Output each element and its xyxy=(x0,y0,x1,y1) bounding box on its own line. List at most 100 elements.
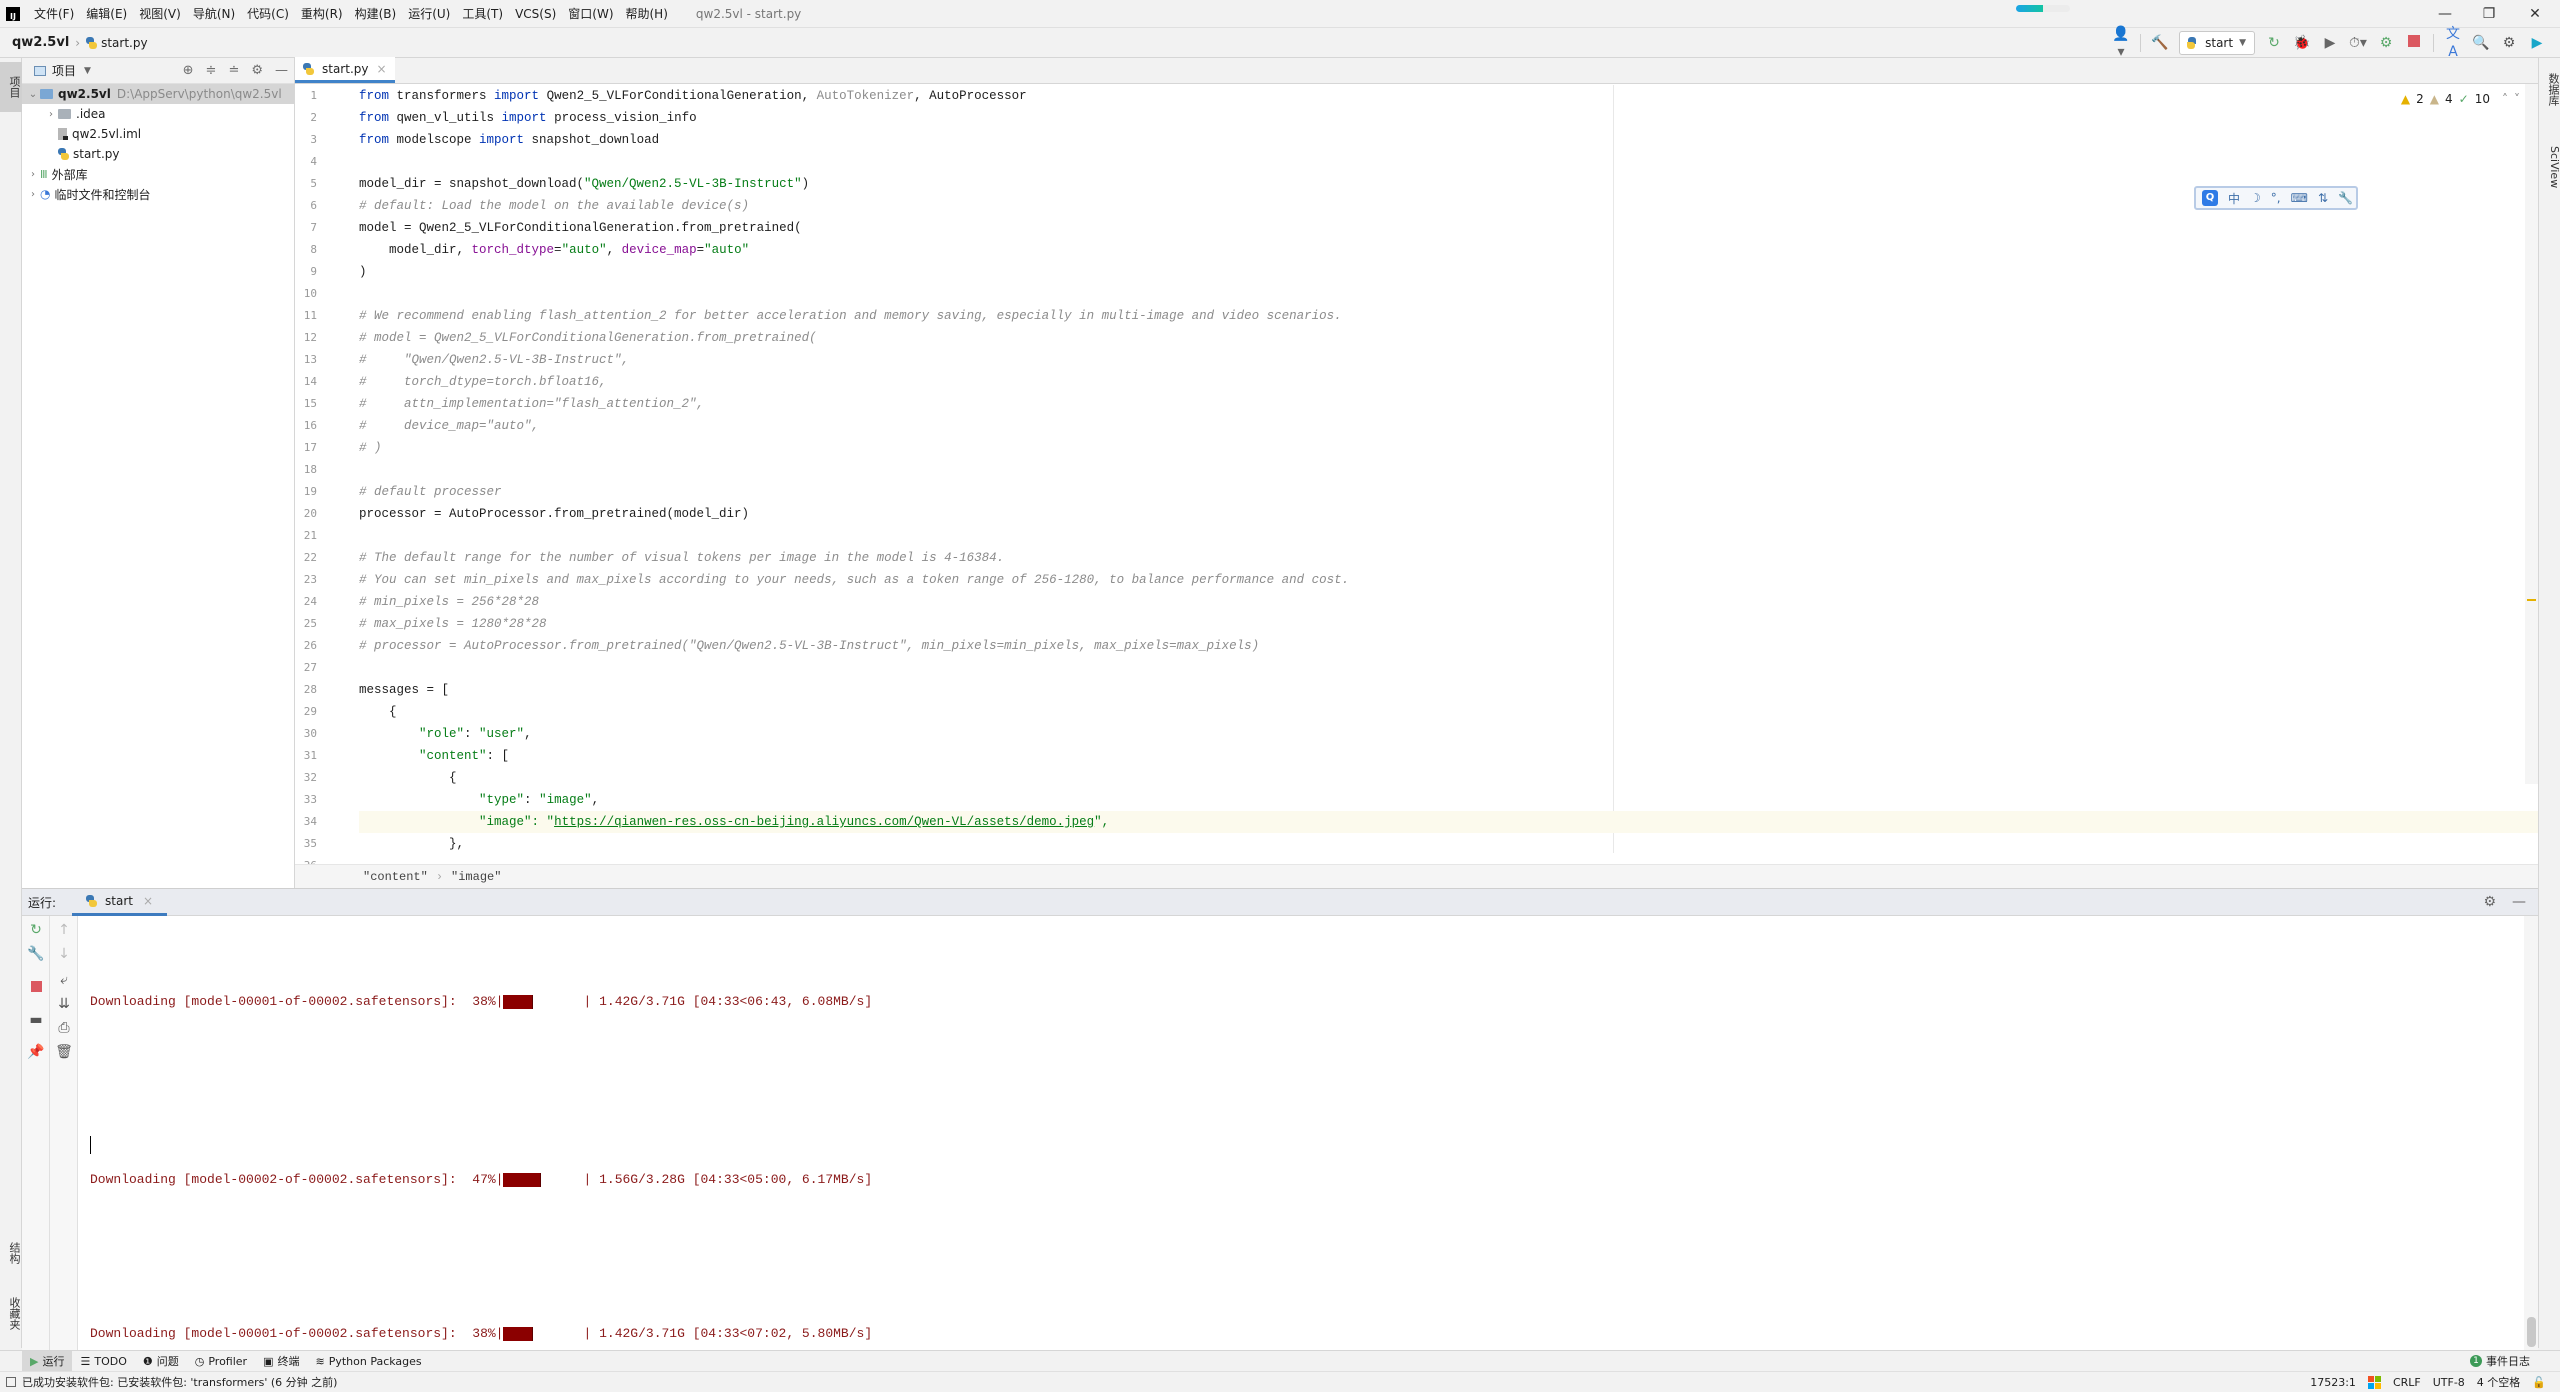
tree-item-scratches[interactable]: › ◔ 临时文件和控制台 xyxy=(22,184,294,204)
close-tab-icon[interactable]: × xyxy=(143,894,153,908)
ime-moon-icon[interactable]: ☽ xyxy=(2250,191,2261,205)
tool-tab-problems[interactable]: ❶ 问题 xyxy=(135,1351,187,1372)
app-logo-icon[interactable]: IJ xyxy=(6,6,20,21)
tool-tab-profiler[interactable]: ◷ Profiler xyxy=(187,1351,255,1372)
line-number[interactable]: 33 xyxy=(295,793,317,806)
minimize-button[interactable]: — xyxy=(2430,4,2460,24)
line-number[interactable]: 17 xyxy=(295,441,317,454)
ime-wrench-icon[interactable]: 🔧 xyxy=(2338,191,2353,205)
line-number[interactable]: 20 xyxy=(295,507,317,520)
chevron-down-icon[interactable]: ▼ xyxy=(84,66,91,76)
file-encoding[interactable]: UTF-8 xyxy=(2433,1376,2465,1389)
menu-window[interactable]: 窗口(W) xyxy=(568,5,613,22)
indent-setting[interactable]: 4 个空格 xyxy=(2477,1374,2521,1390)
tool-tab-terminal[interactable]: ▣ 终端 xyxy=(255,1351,307,1372)
line-number[interactable]: 16 xyxy=(295,419,317,432)
line-number[interactable]: 25 xyxy=(295,617,317,630)
line-number[interactable]: 22 xyxy=(295,551,317,564)
line-number[interactable]: 12 xyxy=(295,331,317,344)
close-tab-icon[interactable]: × xyxy=(376,62,386,76)
line-number[interactable]: 21 xyxy=(295,529,317,542)
menu-code[interactable]: 代码(C) xyxy=(247,5,289,22)
tool-tab-structure[interactable]: 结构 xyxy=(0,1228,22,1278)
ime-logo-icon[interactable]: Q xyxy=(2202,190,2218,206)
tree-item-start-py[interactable]: start.py xyxy=(22,144,294,164)
stop-icon[interactable] xyxy=(22,980,50,996)
expand-all-icon[interactable]: ≑ xyxy=(206,63,217,78)
settings-gear-icon[interactable]: ⚙ xyxy=(2483,894,2496,910)
locate-file-icon[interactable]: ⊕ xyxy=(183,63,194,78)
lock-icon[interactable]: 🔓 xyxy=(2532,1376,2546,1389)
menu-tools[interactable]: 工具(T) xyxy=(462,5,503,22)
warning-marker[interactable] xyxy=(2527,599,2536,601)
tool-tab-sciview[interactable]: SciView xyxy=(2539,132,2560,202)
profile-icon[interactable]: ⏱▾ xyxy=(2349,34,2367,52)
tool-tab-todo[interactable]: ☰ TODO xyxy=(72,1351,134,1372)
print-icon[interactable]: ⎙ xyxy=(50,1020,78,1036)
line-number[interactable]: 27 xyxy=(295,661,317,674)
stop-icon[interactable] xyxy=(2405,34,2423,52)
tree-item-idea[interactable]: › .idea xyxy=(22,104,294,124)
code-breadcrumb-item[interactable]: "content" xyxy=(363,870,428,884)
status-toggle-icon[interactable] xyxy=(6,1377,16,1387)
menu-refactor[interactable]: 重构(R) xyxy=(301,5,343,22)
plugin-logo-icon[interactable]: ▶ xyxy=(2528,34,2546,52)
line-number[interactable]: 10 xyxy=(295,287,317,300)
tree-item-external-libraries[interactable]: › Ⅲ 外部库 xyxy=(22,164,294,184)
restore-button[interactable]: ❐ xyxy=(2474,4,2504,24)
chevron-up-icon[interactable]: ˄ xyxy=(2502,92,2508,106)
line-number[interactable]: 31 xyxy=(295,749,317,762)
collapse-all-icon[interactable]: ≐ xyxy=(228,63,239,78)
line-number[interactable]: 3 xyxy=(295,133,317,146)
line-number[interactable]: 5 xyxy=(295,177,317,190)
inspection-widget[interactable]: ▲ 2 ▲ 4 ✓ 10 ˄ ˅ xyxy=(2401,92,2520,106)
code-breadcrumb-item[interactable]: "image" xyxy=(451,870,501,884)
background-task-progress[interactable] xyxy=(2016,5,2070,12)
tool-tab-python-packages[interactable]: ≋ Python Packages xyxy=(307,1351,429,1372)
run-config-selector[interactable]: start ▼ xyxy=(2179,31,2255,55)
rerun-icon[interactable]: ↻ xyxy=(22,922,50,938)
chevron-right-icon[interactable]: › xyxy=(26,169,40,180)
scroll-to-end-icon[interactable]: ⇊ xyxy=(50,996,78,1012)
line-separator[interactable]: CRLF xyxy=(2393,1376,2421,1389)
edit-config-wrench-icon[interactable]: 🔧 xyxy=(22,946,50,962)
ime-chinese-mode[interactable]: 中 xyxy=(2228,190,2240,207)
line-number[interactable]: 34 xyxy=(295,815,317,828)
status-message[interactable]: 已成功安装软件包: 已安装软件包: 'transformers' (6 分钟 之… xyxy=(22,1374,337,1390)
chevron-down-icon[interactable]: ˅ xyxy=(2514,92,2520,106)
line-number[interactable]: 2 xyxy=(295,111,317,124)
event-log-button[interactable]: 1 事件日志 xyxy=(2470,1353,2530,1369)
caret-position[interactable]: 17523:1 xyxy=(2310,1376,2356,1389)
line-number[interactable]: 15 xyxy=(295,397,317,410)
line-number[interactable]: 24 xyxy=(295,595,317,608)
menu-view[interactable]: 视图(V) xyxy=(139,5,181,22)
build-hammer-icon[interactable]: 🔨 xyxy=(2151,34,2169,52)
hide-panel-icon[interactable]: — xyxy=(275,63,288,78)
line-number[interactable]: 11 xyxy=(295,309,317,322)
account-icon[interactable]: 👤▾ xyxy=(2112,25,2130,61)
attach-debugger-icon[interactable]: ⚙ xyxy=(2377,34,2395,52)
console-output[interactable]: Downloading [model-00001-of-00002.safete… xyxy=(78,916,2524,1351)
soft-wrap-icon[interactable]: ⤶ xyxy=(50,972,78,988)
url-link[interactable]: https://qianwen-res.oss-cn-beijing.aliyu… xyxy=(554,815,1094,829)
chevron-right-icon[interactable]: › xyxy=(44,109,58,120)
line-number[interactable]: 7 xyxy=(295,221,317,234)
menu-vcs[interactable]: VCS(S) xyxy=(515,7,556,21)
editor-scrollbar[interactable] xyxy=(2525,84,2538,784)
menu-help[interactable]: 帮助(H) xyxy=(626,5,668,22)
settings-gear-icon[interactable]: ⚙ xyxy=(2500,34,2518,52)
chevron-down-icon[interactable]: ⌄ xyxy=(26,89,40,100)
tool-tab-project[interactable]: 项目 xyxy=(0,62,22,112)
scroll-down-arrow-icon[interactable]: ↓ xyxy=(50,946,78,962)
line-number[interactable]: 14 xyxy=(295,375,317,388)
menu-build[interactable]: 构建(B) xyxy=(355,5,397,22)
tree-item-iml[interactable]: qw2.5vl.iml xyxy=(22,124,294,144)
translate-icon[interactable]: 文A xyxy=(2444,25,2462,61)
debug-bug-icon[interactable]: 🐞 xyxy=(2293,34,2311,52)
line-number[interactable]: 29 xyxy=(295,705,317,718)
tree-item-project-root[interactable]: ⌄ qw2.5vl D:\AppServ\python\qw2.5vl xyxy=(22,84,294,104)
line-number[interactable]: 6 xyxy=(295,199,317,212)
line-number[interactable]: 28 xyxy=(295,683,317,696)
project-view-selector[interactable]: 项目 xyxy=(52,62,76,79)
editor-tab-start-py[interactable]: start.py × xyxy=(295,57,395,83)
